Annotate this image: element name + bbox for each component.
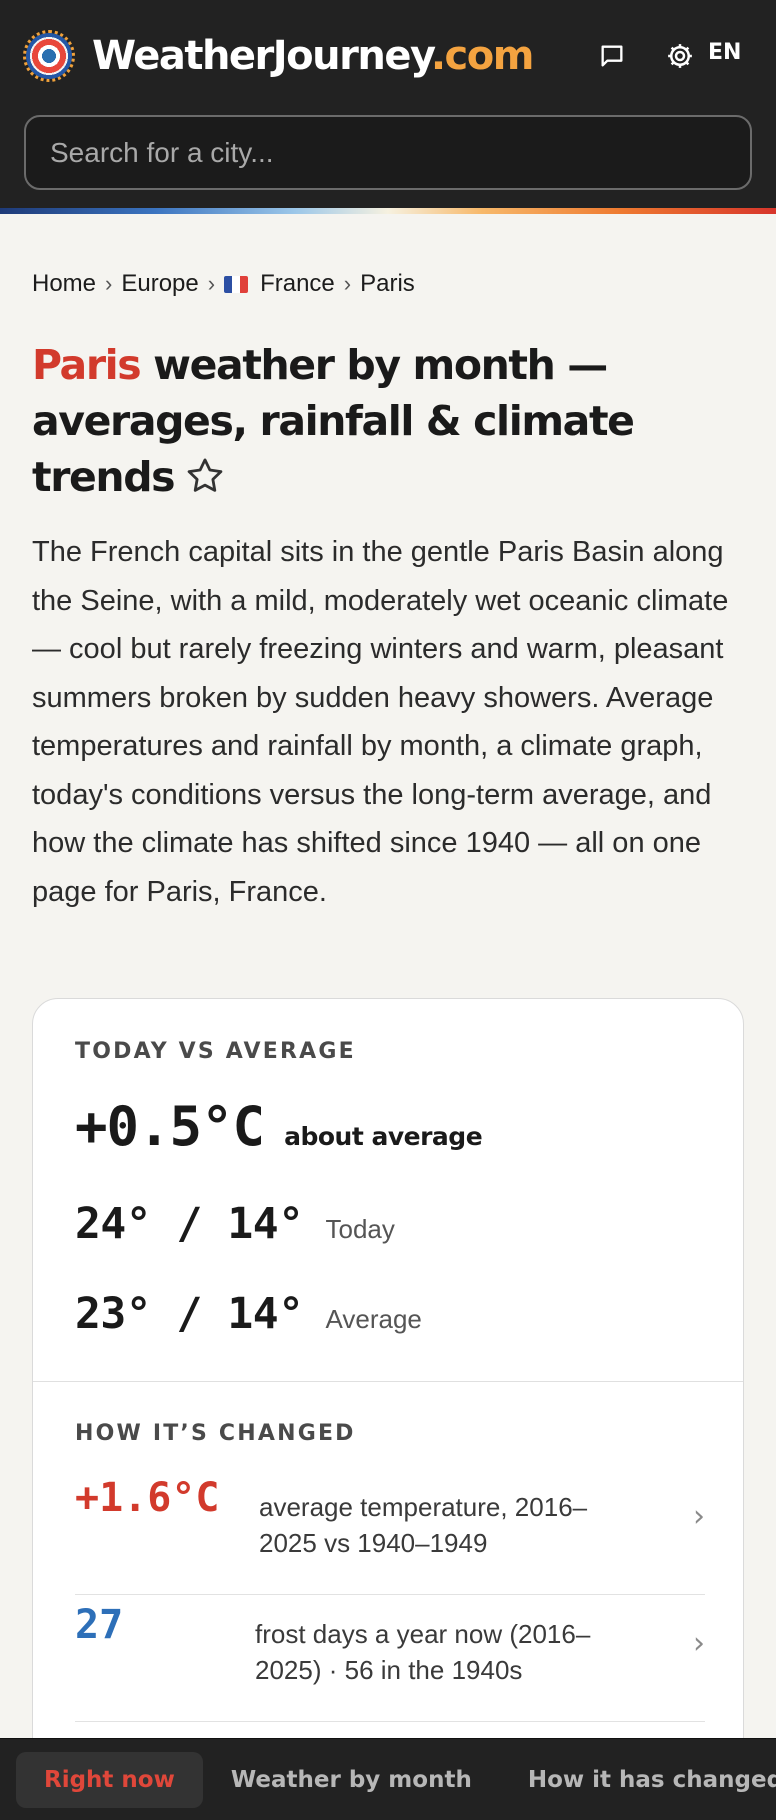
brand-name: WeatherJourney [92,33,432,79]
page-title: Paris weather by month — averages, rainf… [32,337,732,511]
chevron-right-icon: › [207,271,216,296]
today-vs-average-label: Today vs average [75,1039,356,1064]
today-card: Today vs average +0.5°C about average 24… [32,998,744,1820]
change-value: 27 [75,1602,124,1648]
nav-how-changed[interactable]: How it has changed [500,1752,776,1808]
nav-weather-by-month[interactable]: Weather by month [203,1752,500,1808]
language-selector[interactable]: EN [708,40,741,65]
brand-logo[interactable]: WeatherJourney.com [92,33,535,79]
average-label: Average [325,1304,422,1334]
chevron-right-icon: › [693,1499,705,1534]
breadcrumb-paris: Paris [360,270,415,297]
chevron-right-icon: › [105,271,113,296]
feedback-button[interactable] [592,36,632,76]
breadcrumb-france[interactable]: France [260,270,335,298]
change-row-temperature[interactable]: +1.6°C average temperature, 2016–2025 vs… [75,1469,705,1595]
change-description: frost days a year now (2016–2025) · 56 i… [255,1619,591,1685]
chevron-right-icon: › [693,1626,705,1661]
change-row-frost-days[interactable]: 27 frost days a year now (2016–2025) · 5… [75,1596,705,1722]
star-icon [187,458,223,492]
change-description: average temperature, 2016–2025 vs 1940–1… [259,1492,588,1558]
breadcrumb-home[interactable]: Home [32,270,96,298]
card-divider [33,1381,743,1382]
france-flag-icon [224,275,249,293]
breadcrumb: Home › Europe › France › Paris [32,270,415,298]
today-temps-row: 24° / 14° Today [75,1199,395,1249]
favorite-button[interactable] [184,455,226,511]
temperature-gradient-bar [0,208,776,214]
delta-text: about average [284,1122,483,1151]
average-temps: 23° / 14° [75,1289,304,1339]
chat-icon [601,45,623,67]
settings-button[interactable] [660,36,700,76]
logo-icon[interactable] [23,30,75,82]
intro-paragraph: The French capital sits in the gentle Pa… [32,536,729,908]
brand-tld: .com [430,33,535,79]
change-value: +1.6°C [75,1475,220,1521]
today-delta: +0.5°C about average [75,1095,483,1158]
bottom-nav: Right now Weather by month How it has ch… [0,1738,776,1820]
chevron-right-icon: › [343,271,352,296]
delta-value: +0.5°C [75,1095,265,1158]
average-temps-row: 23° / 14° Average [75,1289,422,1339]
today-temps: 24° / 14° [75,1199,304,1249]
title-city: Paris [32,341,142,389]
how-changed-label: How it’s changed [75,1421,356,1446]
nav-right-now[interactable]: Right now [16,1751,203,1808]
today-label: Today [325,1214,395,1244]
site-header: WeatherJourney.com EN [0,0,776,208]
breadcrumb-europe[interactable]: Europe [121,270,198,298]
search-input[interactable] [50,117,726,188]
gear-icon [668,44,692,68]
search-box [24,115,752,190]
